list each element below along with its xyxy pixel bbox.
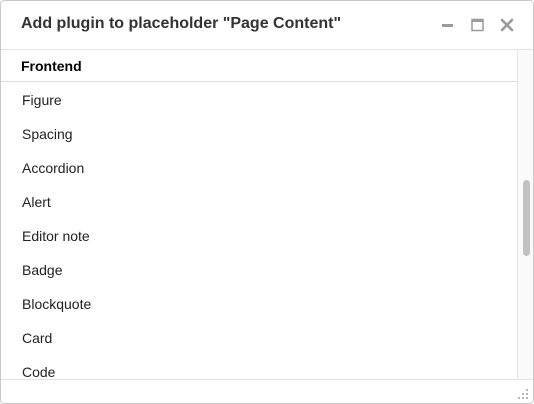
plugin-list: Figure Spacing Accordion Alert Editor no… <box>1 83 517 379</box>
plugin-item-blockquote[interactable]: Blockquote <box>1 287 517 321</box>
plugin-item-card[interactable]: Card <box>1 321 517 355</box>
section-header-label: Frontend <box>21 58 82 74</box>
close-icon <box>500 18 514 32</box>
resize-grip[interactable] <box>517 387 529 399</box>
maximize-icon <box>471 18 484 32</box>
plugin-item-code[interactable]: Code <box>1 355 517 379</box>
vertical-scrollbar[interactable] <box>517 50 533 379</box>
plugin-item-badge[interactable]: Badge <box>1 253 517 287</box>
plugin-list-container[interactable]: Frontend Figure Spacing Accordion Alert … <box>1 50 533 379</box>
close-button[interactable] <box>499 17 515 33</box>
add-plugin-dialog: Add plugin to placeholder "Page Content"… <box>0 0 534 404</box>
resize-grip-icon <box>518 389 528 399</box>
maximize-button[interactable] <box>470 17 486 33</box>
plugin-item-accordion[interactable]: Accordion <box>1 151 517 185</box>
plugin-item-alert[interactable]: Alert <box>1 185 517 219</box>
scrollbar-thumb[interactable] <box>523 180 530 256</box>
dialog-titlebar[interactable]: Add plugin to placeholder "Page Content" <box>1 1 533 50</box>
minimize-icon <box>442 24 453 27</box>
plugin-item-figure[interactable]: Figure <box>1 83 517 117</box>
plugin-item-editor-note[interactable]: Editor note <box>1 219 517 253</box>
dialog-title: Add plugin to placeholder "Page Content" <box>21 15 342 32</box>
plugin-item-spacing[interactable]: Spacing <box>1 117 517 151</box>
minimize-button[interactable] <box>440 17 456 33</box>
dialog-footer <box>1 379 533 403</box>
section-header: Frontend <box>1 50 517 82</box>
